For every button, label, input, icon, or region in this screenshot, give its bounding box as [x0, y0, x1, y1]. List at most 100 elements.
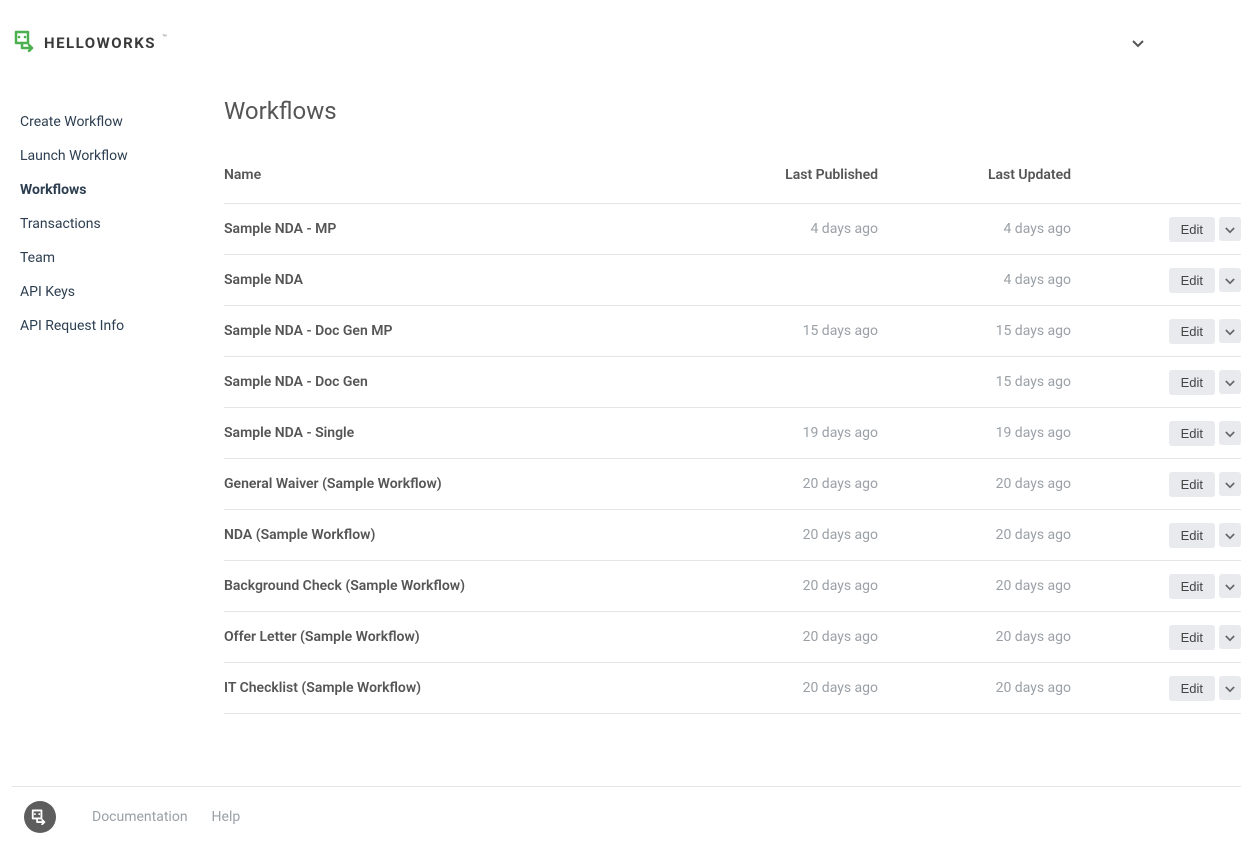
row-actions: Edit: [1071, 370, 1241, 395]
more-actions-button[interactable]: [1219, 421, 1241, 445]
more-actions-button[interactable]: [1219, 625, 1241, 649]
workflow-name[interactable]: IT Checklist (Sample Workflow): [224, 680, 685, 696]
row-actions: Edit: [1071, 472, 1241, 497]
chevron-down-icon: [1225, 222, 1235, 237]
chevron-down-icon: [1225, 324, 1235, 339]
workflow-name[interactable]: Sample NDA: [224, 272, 685, 288]
row-actions: Edit: [1071, 574, 1241, 599]
sidebar-item-launch-workflow[interactable]: Launch Workflow: [20, 139, 212, 173]
last-updated: 20 days ago: [878, 527, 1071, 543]
last-updated: 20 days ago: [878, 680, 1071, 696]
row-actions: Edit: [1071, 421, 1241, 446]
chevron-down-icon: [1225, 579, 1235, 594]
last-published: 20 days ago: [685, 476, 878, 492]
row-actions: Edit: [1071, 217, 1241, 242]
header-actions: [1071, 167, 1241, 183]
footer-logo-icon[interactable]: [24, 801, 56, 833]
chevron-down-icon: [1225, 426, 1235, 441]
table-row: Background Check (Sample Workflow)20 day…: [224, 561, 1241, 612]
sidebar-item-transactions[interactable]: Transactions: [20, 207, 212, 241]
main-content: Workflows Name Last Published Last Updat…: [212, 85, 1253, 714]
table-row: Offer Letter (Sample Workflow)20 days ag…: [224, 612, 1241, 663]
footer-help-link[interactable]: Help: [212, 809, 241, 825]
row-actions: Edit: [1071, 523, 1241, 548]
logo-icon: [14, 30, 38, 56]
last-updated: 4 days ago: [878, 272, 1071, 288]
edit-button[interactable]: Edit: [1169, 625, 1215, 650]
edit-button[interactable]: Edit: [1169, 370, 1215, 395]
table-row: Sample NDA - Single19 days ago19 days ag…: [224, 408, 1241, 459]
more-actions-button[interactable]: [1219, 268, 1241, 292]
sidebar-item-create-workflow[interactable]: Create Workflow: [20, 105, 212, 139]
row-actions: Edit: [1071, 319, 1241, 344]
chevron-down-icon: [1132, 40, 1144, 48]
last-published: 20 days ago: [685, 629, 878, 645]
more-actions-button[interactable]: [1219, 574, 1241, 598]
more-actions-button[interactable]: [1219, 472, 1241, 496]
sidebar-item-team[interactable]: Team: [20, 241, 212, 275]
sidebar: Create WorkflowLaunch WorkflowWorkflowsT…: [0, 85, 212, 714]
sidebar-item-workflows[interactable]: Workflows: [20, 173, 212, 207]
account-menu[interactable]: [1132, 33, 1239, 52]
chevron-down-icon: [1225, 630, 1235, 645]
last-updated: 4 days ago: [878, 221, 1071, 237]
last-published: 4 days ago: [685, 221, 878, 237]
workflow-name[interactable]: Offer Letter (Sample Workflow): [224, 629, 685, 645]
chevron-down-icon: [1225, 273, 1235, 288]
last-updated: 20 days ago: [878, 578, 1071, 594]
chevron-down-icon: [1225, 528, 1235, 543]
last-updated: 15 days ago: [878, 323, 1071, 339]
more-actions-button[interactable]: [1219, 676, 1241, 700]
edit-button[interactable]: Edit: [1169, 472, 1215, 497]
workflow-name[interactable]: Sample NDA - Doc Gen: [224, 374, 685, 390]
logo[interactable]: HELLOWORKS ™: [14, 30, 167, 56]
edit-button[interactable]: Edit: [1169, 421, 1215, 446]
workflow-name[interactable]: General Waiver (Sample Workflow): [224, 476, 685, 492]
footer: Documentation Help: [12, 786, 1241, 847]
workflow-name[interactable]: Sample NDA - Doc Gen MP: [224, 323, 685, 339]
more-actions-button[interactable]: [1219, 319, 1241, 343]
table-row: IT Checklist (Sample Workflow) 20 days ag…: [224, 663, 1241, 714]
table-row: Sample NDA - Doc Gen MP15 days ago15 day…: [224, 306, 1241, 357]
edit-button[interactable]: Edit: [1169, 217, 1215, 242]
row-actions: Edit: [1071, 625, 1241, 650]
footer-documentation-link[interactable]: Documentation: [92, 809, 188, 825]
more-actions-button[interactable]: [1219, 217, 1241, 241]
trademark: ™: [162, 33, 167, 42]
table-row: Sample NDA 4 days ago Edit: [224, 255, 1241, 306]
table-row: NDA (Sample Workflow)20 days ago20 days …: [224, 510, 1241, 561]
last-published: 15 days ago: [685, 323, 878, 339]
workflow-name[interactable]: NDA (Sample Workflow): [224, 527, 685, 543]
header-name: Name: [224, 167, 685, 183]
edit-button[interactable]: Edit: [1169, 523, 1215, 548]
last-published: 19 days ago: [685, 425, 878, 441]
last-updated: 19 days ago: [878, 425, 1071, 441]
sidebar-item-api-request-info[interactable]: API Request Info: [20, 309, 212, 343]
sidebar-item-api-keys[interactable]: API Keys: [20, 275, 212, 309]
header: HELLOWORKS ™: [0, 0, 1253, 85]
workflows-table: Name Last Published Last Updated Sample …: [224, 167, 1241, 714]
workflow-name[interactable]: Sample NDA - Single: [224, 425, 685, 441]
brand-text: HELLOWORKS: [44, 34, 156, 52]
more-actions-button[interactable]: [1219, 370, 1241, 394]
chevron-down-icon: [1225, 681, 1235, 696]
last-published: 20 days ago: [685, 578, 878, 594]
table-row: General Waiver (Sample Workflow)20 days …: [224, 459, 1241, 510]
edit-button[interactable]: Edit: [1169, 574, 1215, 599]
header-updated: Last Updated: [878, 167, 1071, 183]
workflow-name[interactable]: Background Check (Sample Workflow): [224, 578, 685, 594]
edit-button[interactable]: Edit: [1169, 676, 1215, 701]
workflow-name[interactable]: Sample NDA - MP: [224, 221, 685, 237]
edit-button[interactable]: Edit: [1169, 319, 1215, 344]
last-updated: 20 days ago: [878, 476, 1071, 492]
last-updated: 20 days ago: [878, 629, 1071, 645]
chevron-down-icon: [1225, 375, 1235, 390]
table-row: Sample NDA - MP4 days ago4 days agoEdit: [224, 204, 1241, 255]
header-published: Last Published: [685, 167, 878, 183]
last-published: 20 days ago: [685, 527, 878, 543]
more-actions-button[interactable]: [1219, 523, 1241, 547]
edit-button[interactable]: Edit: [1169, 268, 1215, 293]
table-row: Sample NDA - Doc Gen15 days agoEdit: [224, 357, 1241, 408]
row-actions: Edit: [1071, 268, 1241, 293]
row-actions: Edit: [1071, 676, 1241, 701]
